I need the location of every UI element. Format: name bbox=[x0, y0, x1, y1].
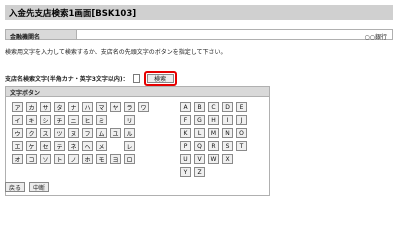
cancel-button[interactable]: 中断 bbox=[29, 182, 50, 192]
kana-key[interactable]: タ bbox=[54, 102, 65, 112]
kana-key[interactable]: ク bbox=[26, 128, 37, 138]
kana-key[interactable]: ラ bbox=[124, 102, 135, 112]
search-button[interactable]: 検索 bbox=[146, 73, 174, 83]
search-button-highlight: 検索 bbox=[143, 70, 177, 86]
back-button[interactable]: 戻る bbox=[5, 182, 26, 192]
kana-key[interactable]: サ bbox=[40, 102, 51, 112]
character-buttons-header: 文字ボタン bbox=[6, 87, 269, 97]
alpha-key-blank bbox=[222, 167, 233, 177]
alpha-key[interactable]: P bbox=[180, 141, 191, 151]
kana-key[interactable]: フ bbox=[82, 128, 93, 138]
alpha-key[interactable]: E bbox=[236, 102, 247, 112]
kana-key-blank bbox=[138, 141, 149, 151]
alpha-key-grid: ABCDE FGHIJ KLMNO PQRST UVWX YZ bbox=[180, 102, 247, 177]
alpha-key-blank bbox=[236, 154, 247, 164]
kana-key[interactable]: ツ bbox=[54, 128, 65, 138]
alpha-key[interactable]: M bbox=[208, 128, 219, 138]
alpha-key[interactable]: T bbox=[236, 141, 247, 151]
kana-key[interactable]: ム bbox=[96, 128, 107, 138]
kana-key-blank bbox=[138, 128, 149, 138]
kana-key-grid: アカサタナハマヤラワイキシチニヒミ リウクスツヌフムユルエケセテネヘメ レオコソトノ… bbox=[12, 102, 149, 164]
alpha-key[interactable]: A bbox=[180, 102, 191, 112]
alpha-key[interactable]: Q bbox=[194, 141, 205, 151]
kana-key-blank bbox=[138, 115, 149, 125]
bank-name-label: 金融機関名 bbox=[6, 30, 77, 41]
kana-key[interactable]: テ bbox=[54, 141, 65, 151]
search-label: 支店名検索文字(半角カナ・英字3文字以内)： bbox=[5, 75, 129, 83]
kana-key[interactable]: セ bbox=[40, 141, 51, 151]
kana-key[interactable]: ス bbox=[40, 128, 51, 138]
kana-key[interactable]: ケ bbox=[26, 141, 37, 151]
kana-key[interactable]: モ bbox=[96, 154, 107, 164]
kana-key[interactable]: ナ bbox=[68, 102, 79, 112]
kana-key[interactable]: ニ bbox=[68, 115, 79, 125]
alpha-key[interactable]: U bbox=[180, 154, 191, 164]
kana-key[interactable]: カ bbox=[26, 102, 37, 112]
search-row: 支店名検索文字(半角カナ・英字3文字以内)： 検索 bbox=[5, 70, 177, 86]
kana-key[interactable]: ホ bbox=[82, 154, 93, 164]
alpha-key[interactable]: N bbox=[222, 128, 233, 138]
alpha-key[interactable]: B bbox=[194, 102, 205, 112]
title-bar: 入金先支店検索1画面[BSK103] bbox=[5, 5, 393, 20]
alpha-key[interactable]: Z bbox=[194, 167, 205, 177]
kana-key-blank bbox=[110, 115, 121, 125]
kana-key[interactable]: シ bbox=[40, 115, 51, 125]
kana-key[interactable]: チ bbox=[54, 115, 65, 125]
instruction-text: 検索用文字を入力して検索するか、支店名の先頭文字のボタンを指定して下さい。 bbox=[5, 49, 227, 56]
alpha-key-blank bbox=[208, 167, 219, 177]
kana-key[interactable]: ヘ bbox=[82, 141, 93, 151]
kana-key[interactable]: ト bbox=[54, 154, 65, 164]
kana-key[interactable]: オ bbox=[12, 154, 23, 164]
alpha-key[interactable]: Y bbox=[180, 167, 191, 177]
kana-key[interactable]: ソ bbox=[40, 154, 51, 164]
bank-info-row: 金融機関名 ○○銀行 bbox=[5, 29, 393, 41]
page-title: 入金先支店検索1画面[BSK103] bbox=[9, 9, 137, 19]
kana-key[interactable]: レ bbox=[124, 141, 135, 151]
kana-key[interactable]: コ bbox=[26, 154, 37, 164]
alpha-key[interactable]: K bbox=[180, 128, 191, 138]
alpha-key[interactable]: I bbox=[222, 115, 233, 125]
kana-key[interactable]: イ bbox=[12, 115, 23, 125]
kana-key[interactable]: ワ bbox=[138, 102, 149, 112]
alpha-key[interactable]: C bbox=[208, 102, 219, 112]
kana-key[interactable]: メ bbox=[96, 141, 107, 151]
kana-key[interactable]: エ bbox=[12, 141, 23, 151]
kana-key-blank bbox=[110, 141, 121, 151]
alpha-key[interactable]: X bbox=[222, 154, 233, 164]
kana-key[interactable]: ヤ bbox=[110, 102, 121, 112]
alpha-key[interactable]: W bbox=[208, 154, 219, 164]
alpha-key[interactable]: V bbox=[194, 154, 205, 164]
kana-key[interactable]: ノ bbox=[68, 154, 79, 164]
kana-key[interactable]: ヨ bbox=[110, 154, 121, 164]
kana-key[interactable]: ア bbox=[12, 102, 23, 112]
kana-key[interactable]: ユ bbox=[110, 128, 121, 138]
alpha-key-blank bbox=[236, 167, 247, 177]
search-input[interactable] bbox=[132, 73, 140, 83]
bank-name-value: ○○銀行 bbox=[364, 34, 387, 41]
kana-key[interactable]: ミ bbox=[96, 115, 107, 125]
kana-key-blank bbox=[138, 154, 149, 164]
kana-key[interactable]: ウ bbox=[12, 128, 23, 138]
alpha-key[interactable]: J bbox=[236, 115, 247, 125]
alpha-key[interactable]: F bbox=[180, 115, 191, 125]
kana-key[interactable]: ネ bbox=[68, 141, 79, 151]
kana-key[interactable]: キ bbox=[26, 115, 37, 125]
alpha-key[interactable]: S bbox=[222, 141, 233, 151]
kana-key[interactable]: リ bbox=[124, 115, 135, 125]
kana-key[interactable]: ロ bbox=[124, 154, 135, 164]
alpha-key[interactable]: O bbox=[236, 128, 247, 138]
kana-key[interactable]: ハ bbox=[82, 102, 93, 112]
alpha-key[interactable]: R bbox=[208, 141, 219, 151]
kana-key[interactable]: マ bbox=[96, 102, 107, 112]
kana-key[interactable]: ヒ bbox=[82, 115, 93, 125]
alpha-key[interactable]: L bbox=[194, 128, 205, 138]
footer-buttons: 戻る 中断 bbox=[5, 182, 50, 192]
kana-key[interactable]: ル bbox=[124, 128, 135, 138]
alpha-key[interactable]: D bbox=[222, 102, 233, 112]
kana-key[interactable]: ヌ bbox=[68, 128, 79, 138]
alpha-key[interactable]: H bbox=[208, 115, 219, 125]
alpha-key[interactable]: G bbox=[194, 115, 205, 125]
